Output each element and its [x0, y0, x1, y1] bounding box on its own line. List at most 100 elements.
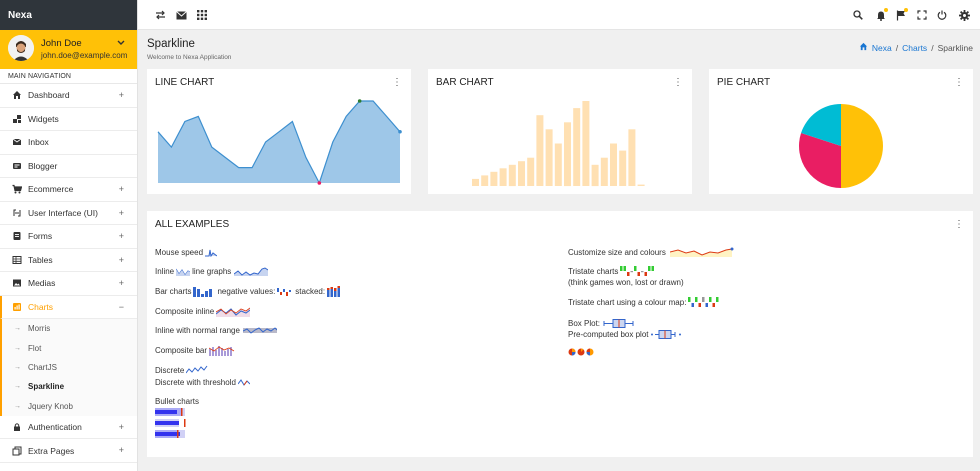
apps-grid-icon[interactable]	[196, 9, 208, 21]
sparkline-customize	[669, 247, 734, 257]
sidebar-item-user-interface[interactable]: User Interface (UI) +	[0, 202, 137, 225]
example-label: Tristate charts	[568, 267, 619, 276]
sidebar-subitem-chartjs[interactable]: → ChartJS	[0, 357, 137, 378]
example-inline: Inline line graphs	[155, 266, 269, 276]
bullet-charts	[155, 408, 186, 438]
example-tristate-note: (think games won, lost or drawn)	[568, 278, 684, 287]
bar-chart-bar	[545, 129, 553, 186]
bar-chart-card: BAR CHART ⋮	[428, 69, 692, 194]
sidebar-item-label: Dashboard	[28, 90, 70, 101]
sidebar-item-inbox[interactable]: Inbox	[0, 131, 137, 155]
card-title: PIE CHART	[717, 77, 771, 88]
cart-icon	[12, 184, 22, 194]
sparkline-tristate	[620, 266, 655, 276]
sparkline-normal-range	[242, 327, 277, 334]
example-label: Composite bar	[155, 346, 208, 355]
expand-icon[interactable]: +	[119, 184, 124, 194]
sidebar-item-tables[interactable]: Tables +	[0, 249, 137, 272]
sparkline-bar	[193, 287, 213, 297]
bar-chart-bar	[499, 168, 507, 186]
sidebar-item-charts[interactable]: Charts −	[0, 295, 137, 319]
flag-icon[interactable]	[895, 8, 908, 21]
search-icon[interactable]	[852, 9, 864, 21]
example-bullet-charts: Bullet charts	[155, 397, 199, 406]
bar-chart-bar	[564, 122, 571, 187]
user-panel[interactable]: John Doe john.doe@example.com	[0, 30, 137, 69]
example-label: Inline with normal range	[155, 326, 240, 335]
breadcrumb-home[interactable]: Nexa	[872, 43, 892, 53]
sidebar-item-ecommerce[interactable]: Ecommerce +	[0, 178, 137, 202]
mini-pie-charts	[568, 348, 594, 356]
gear-icon[interactable]	[958, 9, 970, 21]
chevron-down-icon[interactable]	[117, 38, 125, 48]
more-vertical-icon[interactable]: ⋮	[954, 77, 964, 88]
breadcrumb-charts[interactable]: Charts	[902, 43, 927, 53]
arrow-right-icon: →	[14, 402, 21, 410]
example-label: Composite inline	[155, 307, 215, 316]
nav-section-title: MAIN NAVIGATION	[0, 69, 137, 84]
sidebar-subitem-morris[interactable]: → Morris	[0, 319, 137, 339]
sidebar-item-forms[interactable]: Forms +	[0, 225, 137, 249]
bar-chart-bar	[536, 115, 544, 186]
sidebar-subitem-sparkline[interactable]: → Sparkline	[0, 377, 137, 397]
sidebar-item-blogger[interactable]: Blogger	[0, 155, 137, 178]
example-label: Customize size and colours	[568, 247, 666, 257]
sidebar-item-widgets[interactable]: Widgets	[0, 108, 137, 131]
card-title: ALL EXAMPLES	[155, 219, 230, 230]
mail-icon[interactable]	[175, 9, 187, 21]
sidebar-item-label: Widgets	[28, 113, 59, 124]
line-chart	[157, 99, 402, 185]
media-icon	[12, 278, 22, 288]
sidebar-subitem-flot[interactable]: → Flot	[0, 338, 137, 358]
example-customize: Customize size and colours	[568, 247, 734, 257]
bar-chart-bar	[573, 108, 581, 186]
sidebar-subitem-label: Flot	[28, 343, 42, 353]
example-composite-inline: Composite inline	[155, 306, 251, 317]
expand-icon[interactable]: +	[119, 208, 124, 218]
expand-icon[interactable]: +	[119, 278, 124, 288]
bar-chart-bar	[527, 157, 535, 186]
example-box-plot: Box Plot:	[568, 318, 635, 329]
collapse-icon[interactable]: −	[119, 302, 124, 312]
more-vertical-icon[interactable]: ⋮	[954, 219, 964, 230]
expand-icon[interactable]: +	[119, 422, 124, 432]
expand-icon[interactable]: +	[119, 231, 124, 241]
card-title: BAR CHART	[436, 77, 494, 88]
sidebar-item-dashboard[interactable]: Dashboard +	[0, 84, 137, 108]
user-name: John Doe	[41, 38, 82, 49]
sidebar-item-authentication[interactable]: Authentication +	[0, 416, 137, 440]
forms-icon	[12, 231, 22, 241]
example-label: Mouse speed	[155, 247, 204, 257]
sidebar-item-label: User Interface (UI)	[28, 207, 98, 218]
arrow-right-icon: →	[14, 383, 21, 391]
sidebar-subitem-label: Jquery Knob	[28, 401, 73, 411]
more-vertical-icon[interactable]: ⋮	[392, 77, 402, 88]
sidebar-item-extra-pages[interactable]: Extra Pages +	[0, 439, 137, 463]
example-label: Inline	[155, 266, 175, 276]
brand-logo[interactable]: Nexa	[0, 0, 137, 30]
line-chart-area	[158, 101, 400, 183]
fullscreen-icon[interactable]	[916, 9, 928, 21]
sidebar-item-label: Charts	[28, 301, 54, 312]
sidebar-item-label: Inbox	[28, 137, 49, 148]
sidebar-subitem-jquery-knob[interactable]: → Jquery Knob	[0, 396, 137, 416]
sparkline-tristate-map	[688, 297, 719, 307]
power-icon[interactable]	[936, 9, 948, 21]
bar-chart-bar	[518, 161, 525, 186]
expand-icon[interactable]: +	[119, 255, 124, 265]
swap-icon[interactable]	[154, 9, 166, 21]
sidebar-item-medias[interactable]: Medias +	[0, 272, 137, 296]
bar-chart-bar	[472, 178, 479, 186]
example-label: Bar charts	[155, 287, 192, 296]
chart-icon	[12, 302, 22, 312]
tables-icon	[12, 255, 22, 265]
sparkline-discrete-threshold	[237, 379, 250, 386]
bar-chart	[472, 101, 645, 187]
more-vertical-icon[interactable]: ⋮	[673, 77, 683, 88]
expand-icon[interactable]: +	[119, 90, 124, 100]
sidebar-item-label: Extra Pages	[28, 445, 75, 456]
bullet-chart	[155, 430, 185, 438]
breadcrumb-separator: /	[931, 42, 934, 53]
expand-icon[interactable]: +	[119, 445, 124, 455]
bell-icon[interactable]	[875, 8, 888, 21]
